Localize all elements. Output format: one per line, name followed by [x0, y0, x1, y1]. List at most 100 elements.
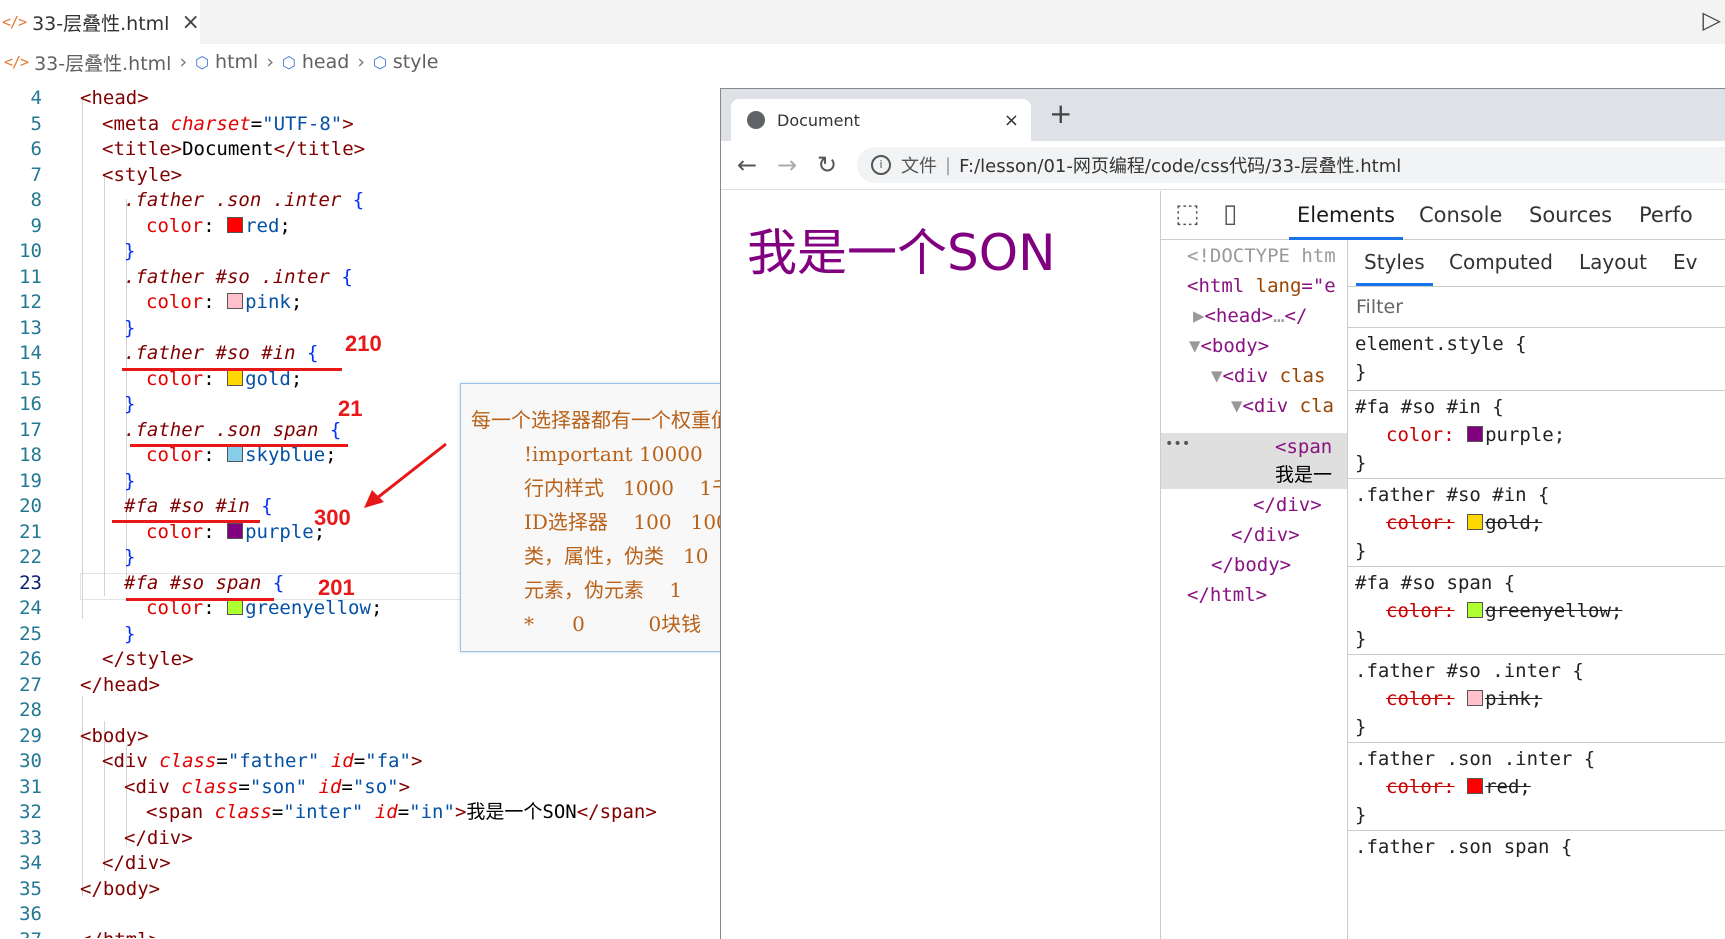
tab-performance[interactable]: Perfo	[1639, 203, 1693, 227]
line-number: 32	[19, 801, 42, 823]
editor-tab-title: 33-层叠性.html	[32, 12, 170, 35]
node-menu-icon[interactable]: •••	[1165, 430, 1190, 459]
color-swatch[interactable]	[227, 293, 244, 309]
rule-declaration-overridden[interactable]: color: gold;	[1386, 509, 1542, 538]
reload-button[interactable]: ↻	[817, 151, 837, 179]
element-icon: ⬡	[281, 52, 296, 72]
run-icon[interactable]: ▷	[1703, 6, 1721, 34]
styles-pane: Styles Computed Layout Ev Filter element…	[1348, 240, 1725, 939]
code-line: <span class="inter" id="in">我是一个SON</spa…	[146, 801, 657, 823]
breadcrumb-item[interactable]: 33-层叠性.html	[34, 49, 171, 76]
code-line: <meta charset="UTF-8">	[102, 112, 354, 135]
device-toggle-icon[interactable]: ▯	[1223, 199, 1237, 229]
dom-node[interactable]: <html lang="e	[1187, 272, 1336, 301]
dom-node[interactable]: <!DOCTYPE htm	[1187, 242, 1336, 271]
close-icon[interactable]: ×	[181, 10, 199, 35]
line-number: 37	[0, 928, 42, 939]
url-separator: |	[945, 154, 952, 176]
breadcrumb-item[interactable]: html	[215, 51, 258, 73]
code-line: .father .son span {	[124, 418, 342, 441]
dom-node-text[interactable]: 我是一	[1275, 461, 1332, 490]
rule-declaration-overridden[interactable]: color: pink;	[1386, 685, 1542, 714]
code-line: <style>	[102, 163, 183, 186]
annotation-underline	[126, 598, 274, 601]
line-number: 25	[19, 622, 42, 645]
rule-declaration[interactable]: color: purple;	[1386, 421, 1565, 450]
dom-node[interactable]: </div>	[1231, 521, 1300, 550]
style-rule: .father .son .inter { color: red; }	[1348, 743, 1725, 831]
color-swatch	[1467, 690, 1484, 706]
breadcrumb-item[interactable]: style	[393, 51, 439, 73]
line-number: 10	[19, 240, 42, 262]
address-bar[interactable]: i 文件 | F:/lesson/01-网页编程/code/css代码/33-层…	[857, 147, 1725, 183]
code-line: color: pink;	[146, 291, 303, 313]
dom-node[interactable]: ▼<body>	[1189, 332, 1269, 361]
tooltip-title: 每一个选择器都有一个权重值:	[471, 408, 738, 432]
rule-close: }	[1355, 452, 1367, 474]
inspect-icon[interactable]: ⬚	[1175, 199, 1200, 229]
forward-button[interactable]: →	[777, 151, 797, 179]
chevron-right-icon: ›	[179, 51, 188, 73]
style-rule: .father .son span {	[1348, 831, 1725, 891]
style-rule: #fa #so span { color: greenyellow; }	[1348, 567, 1725, 655]
rule-close: }	[1355, 540, 1367, 562]
tab-console[interactable]: Console	[1419, 203, 1502, 227]
line-number: 18	[19, 444, 42, 466]
new-tab-button[interactable]: +	[1049, 97, 1072, 130]
line-number: 6	[30, 138, 42, 160]
code-line: <body>	[80, 724, 149, 747]
dom-node[interactable]: </div>	[1253, 491, 1322, 520]
tab-styles[interactable]: Styles	[1356, 250, 1433, 286]
dom-node[interactable]: ▼<div clas	[1211, 362, 1325, 391]
style-rule: #fa #so #in { color: purple; }	[1348, 391, 1725, 479]
rule-declaration-overridden[interactable]: color: red;	[1386, 773, 1531, 802]
editor-tab-bar: </> 33-层叠性.html × ▷	[0, 0, 1725, 44]
collapse-arrow-icon: ▼	[1231, 395, 1243, 417]
browser-tab-strip: Document × +	[721, 89, 1725, 141]
code-line: .father #so .inter {	[124, 265, 353, 288]
tab-sources[interactable]: Sources	[1529, 203, 1612, 227]
breadcrumb-item[interactable]: head	[302, 51, 349, 73]
color-swatch[interactable]	[227, 369, 244, 386]
tab-elements[interactable]: Elements	[1289, 203, 1403, 240]
color-swatch[interactable]	[227, 599, 244, 615]
color-swatch[interactable]	[227, 522, 244, 539]
dom-node-selected[interactable]: <span	[1275, 433, 1332, 462]
tab-computed[interactable]: Computed	[1449, 250, 1553, 274]
html-file-icon: </>	[4, 53, 29, 71]
rule-selector: #fa #so #in {	[1355, 396, 1504, 418]
styles-filter-input[interactable]: Filter	[1348, 287, 1725, 328]
browser-tab[interactable]: Document ×	[731, 99, 1031, 141]
back-button[interactable]: ←	[737, 151, 757, 179]
dom-node[interactable]: ▶<head>…</	[1193, 302, 1307, 331]
line-number: 16	[19, 393, 42, 415]
line-number: 17	[19, 418, 42, 441]
info-icon[interactable]: i	[871, 155, 891, 175]
element-icon: ⬡	[195, 52, 210, 72]
devtools-panel: ⬚ ▯ Elements Console Sources Perfo <!DOC…	[1160, 191, 1725, 939]
expand-arrow-icon: ▶	[1193, 305, 1205, 327]
line-number: 35	[19, 877, 42, 900]
close-icon[interactable]: ×	[1004, 110, 1019, 131]
color-swatch[interactable]	[227, 216, 244, 233]
rule-selector: element.style {	[1355, 333, 1527, 355]
tab-event-listeners[interactable]: Ev	[1673, 250, 1697, 274]
dom-node[interactable]: ▼<div cla	[1231, 392, 1334, 421]
editor-tab[interactable]: </> 33-层叠性.html ×	[0, 0, 200, 44]
code-line: }	[124, 393, 136, 415]
elements-tree[interactable]: <!DOCTYPE htm <html lang="e ▶<head>…</ ▼…	[1161, 240, 1348, 939]
color-swatch[interactable]	[227, 446, 244, 462]
line-number: 21	[19, 520, 42, 543]
color-swatch	[1467, 514, 1484, 530]
browser-window: Document × + ← → ↻ i 文件 | F:/lesson/01-网…	[720, 88, 1725, 939]
code-line: .father #so #in {	[124, 342, 319, 364]
url-text[interactable]: F:/lesson/01-网页编程/code/css代码/33-层叠性.html	[959, 152, 1401, 178]
tab-layout[interactable]: Layout	[1579, 250, 1647, 274]
dom-node[interactable]: </html>	[1187, 581, 1267, 610]
line-number: 11	[19, 265, 42, 288]
dom-node[interactable]: </body>	[1211, 551, 1291, 580]
chevron-right-icon: ›	[266, 51, 274, 73]
line-number: 27	[19, 673, 42, 696]
rule-declaration-overridden[interactable]: color: greenyellow;	[1386, 597, 1622, 626]
line-number: 19	[19, 469, 42, 492]
